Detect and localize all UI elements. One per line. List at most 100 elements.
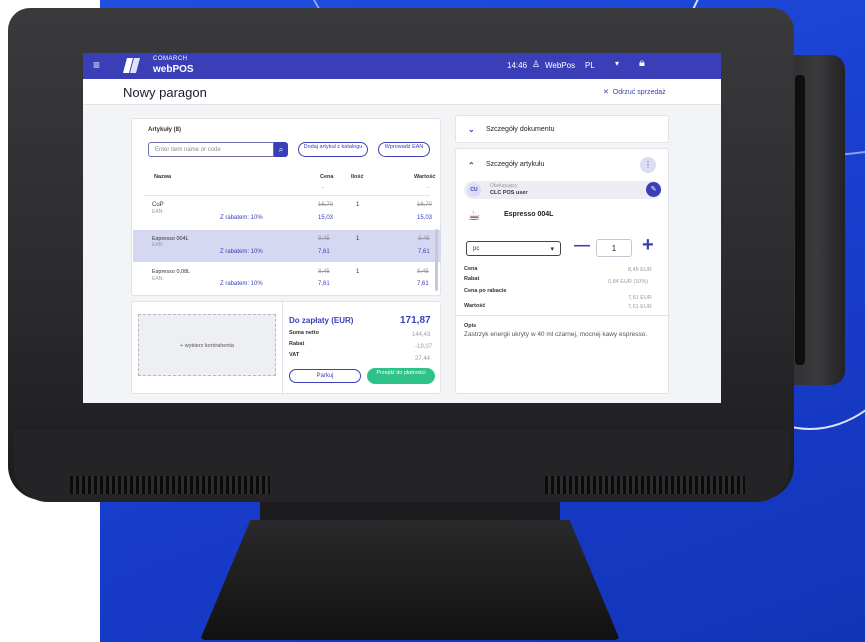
amount-due-label: Do zapłaty (EUR) (289, 316, 354, 325)
column-qty: Ilość (351, 174, 364, 180)
search-icon[interactable]: ⌕ (274, 142, 288, 157)
row-name: CuP (152, 202, 164, 208)
edit-icon[interactable]: ✎ (646, 182, 661, 197)
price-dash: - (322, 185, 324, 191)
choose-buyer-button[interactable]: + wybierz kontrahenta (138, 314, 276, 376)
comarch-logo-icon (123, 58, 140, 73)
brand-product: webPOS (153, 64, 194, 75)
description-label: Opis (464, 323, 477, 329)
discount-label: Rabat (464, 276, 480, 282)
discount-value: -19,07 (415, 344, 433, 350)
row-qty: 1 (356, 269, 360, 275)
cashier-row: CU Obsługujący CLC POS user ✎ (464, 181, 662, 199)
net-sum-value: 144,43 (412, 332, 431, 338)
language-selector[interactable]: PL (585, 61, 595, 70)
decrease-quantity-button[interactable]: — (574, 237, 590, 255)
row-price-new: 7,61 (318, 249, 330, 255)
park-button[interactable]: Parkuj (289, 369, 361, 383)
item-details-title: Szczegóły artykułu (486, 161, 545, 168)
speaker-grille-left (70, 476, 270, 494)
add-from-catalog-button[interactable]: Dodaj artykuł z katalogu (298, 142, 368, 157)
document-details-title: Szczegóły dokumentu (486, 126, 555, 133)
price-value: 8,45 EUR (628, 267, 652, 273)
enter-ean-button[interactable]: Wprowadź EAN (378, 142, 430, 157)
user-icon: ♙ (532, 59, 541, 69)
brand-company: COMARCH (153, 56, 188, 62)
articles-panel: Artykuły (8) Enter item name or code ⌕ D… (131, 118, 441, 296)
cancel-sale-label: Odrzuć sprzedaż (612, 89, 666, 96)
price-after-discount-value: 7,61 EUR (628, 295, 652, 301)
page-title: Nowy paragon (123, 85, 207, 100)
articles-title: Artykuły (8) (148, 127, 182, 133)
card-reader-slot (795, 75, 805, 365)
cashier-role: Obsługujący (490, 183, 518, 189)
row-price-new: 7,61 (318, 281, 330, 287)
pos-screen: ≡ COMARCH webPOS 14:46 ♙ WebPos PL ▾ 🔒︎ … (83, 53, 721, 403)
unit-select-value: pc (473, 246, 480, 252)
value-dash: - (427, 185, 429, 191)
row-discount: Z rabatem: 10% (220, 249, 263, 255)
top-bar: ≡ COMARCH webPOS 14:46 ♙ WebPos PL ▾ 🔒︎ (83, 53, 721, 79)
unit-select[interactable]: pc ▾ (466, 241, 561, 256)
speaker-grille-right (545, 476, 745, 494)
item-value-label: Wartość (464, 303, 486, 309)
clock: 14:46 (507, 61, 528, 70)
row-value-old: 8,45 (417, 269, 429, 275)
search-input[interactable]: Enter item name or code (148, 142, 274, 157)
more-options-icon[interactable]: ⋮ (640, 157, 656, 173)
divider (456, 315, 670, 316)
row-qty: 1 (356, 236, 360, 242)
row-ean: EAN: (152, 209, 164, 215)
net-sum-label: Suma netto (289, 330, 319, 336)
row-qty: 1 (356, 202, 360, 208)
chevron-down-icon[interactable]: ⌄ (468, 125, 475, 134)
vat-value: 27,44 (415, 356, 431, 362)
chevron-down-icon: ▾ (550, 246, 554, 253)
row-price-old: 8,45 (318, 236, 330, 242)
item-details-panel: ⌃ Szczegóły artykułu ⋮ CU Obsługujący CL… (455, 148, 670, 394)
chevron-up-icon[interactable]: ⌃ (468, 161, 475, 170)
quantity-input[interactable]: 1 (596, 239, 632, 257)
vat-label: VAT (289, 352, 300, 358)
cancel-sale-button[interactable]: ✕ Odrzuć sprzedaż (603, 88, 666, 96)
table-row-selected[interactable]: Espresso 004L EAN: 8,45 1 8,45 Z rabatem… (133, 230, 441, 262)
row-price-new: 15,03 (318, 215, 334, 221)
increase-quantity-button[interactable]: + (642, 234, 654, 257)
lock-icon[interactable]: 🔒︎ (639, 57, 645, 70)
row-value-new: 15,03 (417, 215, 433, 221)
row-ean: EAN: (152, 276, 164, 282)
row-value-old: 16,70 (417, 202, 433, 208)
row-ean: EAN: (152, 242, 164, 248)
row-value-new: 7,61 (417, 281, 429, 287)
column-name: Nazwa (154, 174, 172, 180)
item-name: Espresso 004L (504, 211, 554, 218)
column-price: Cena (320, 174, 334, 180)
price-after-discount-label: Cena po rabacie (464, 288, 507, 294)
row-value-new: 7,61 (418, 249, 430, 255)
row-price-old: 8,45 (318, 269, 330, 275)
vertical-divider (282, 302, 283, 395)
item-value-value: 7,61 EUR (628, 304, 652, 310)
chevron-down-icon[interactable]: ▾ (615, 59, 619, 68)
row-name: Espresso 0,08L (152, 269, 191, 275)
discount-value: 0,84 EUR (10%) (608, 279, 649, 285)
user-name[interactable]: WebPos (545, 61, 575, 70)
amount-due-value: 171,87 (400, 315, 431, 326)
column-value: Wartość (414, 174, 436, 180)
discount-label: Rabat (289, 341, 305, 347)
monitor-stand-base (200, 520, 620, 640)
document-details-panel[interactable]: ⌄ Szczegóły dokumentu (455, 115, 669, 143)
item-description: Zastrzyk energii ukryty w 40 ml czarnej,… (464, 331, 648, 338)
divider (144, 195, 430, 196)
coffee-cup-icon: ☕︎ (468, 207, 481, 223)
scrollbar[interactable] (435, 229, 438, 291)
row-value-old: 8,45 (418, 236, 430, 242)
row-price-old: 16,70 (318, 202, 334, 208)
go-to-payment-button[interactable]: Przejdź do płatności (367, 368, 435, 384)
row-discount: Z rabatem: 10% (220, 281, 263, 287)
avatar: CU (467, 183, 481, 197)
price-label: Cena (464, 266, 478, 272)
title-row: Nowy paragon ✕ Odrzuć sprzedaż (83, 79, 721, 105)
row-discount: Z rabatem: 10% (220, 215, 263, 221)
menu-icon[interactable]: ≡ (93, 58, 100, 72)
